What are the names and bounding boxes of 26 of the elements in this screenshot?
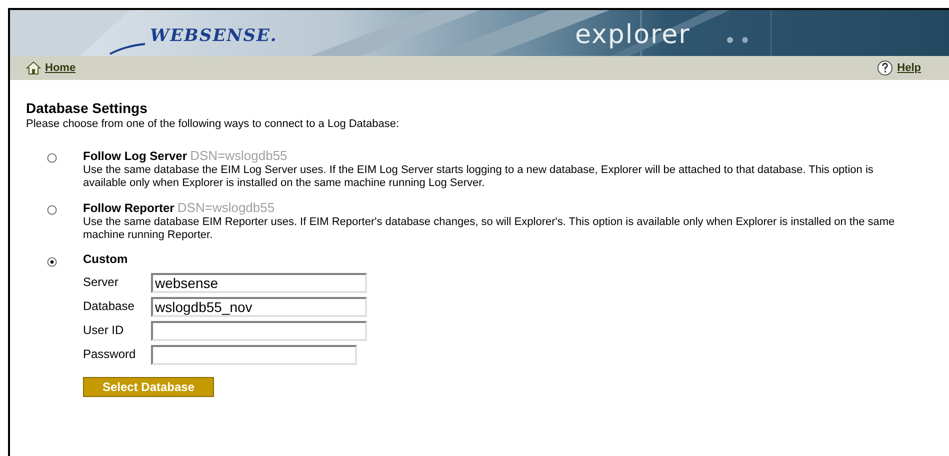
radio-button[interactable] [47, 204, 57, 214]
input-field[interactable]: websense [151, 272, 367, 292]
field-label: Server [83, 276, 120, 289]
field-label: Database [83, 300, 136, 313]
input-field[interactable] [151, 344, 357, 364]
logo-text: WEBSENSE. [150, 25, 278, 48]
home-icon[interactable] [26, 61, 41, 75]
help-link[interactable]: Help [897, 60, 921, 76]
dsn-text: DSN=wslogdb55 [177, 200, 275, 214]
home-link[interactable]: Home [45, 60, 76, 76]
product-title: explorer [575, 19, 690, 52]
option-label: Follow Reporter [83, 200, 174, 214]
option-label: Follow Log Server [83, 148, 188, 162]
option-description: Use the same database the EIM Log Server uses. If the EIM Log Server starts logging to a new database, Explorer will be attached to that database. This option is available only when Explorer is installed on the same machine running Log Server. [83, 164, 874, 190]
input-field[interactable] [151, 320, 367, 340]
page-heading: Database Settings [26, 100, 148, 116]
radio-button[interactable] [47, 256, 57, 266]
dsn-text: DSN=wslogdb55 [190, 148, 288, 162]
option-description: Use the same database EIM Reporter uses. If EIM Reporter's database changes, so will Explorer's. This option is available only when Explorer is installed on the same machine running Reporter. [83, 216, 896, 242]
help-icon[interactable] [877, 60, 894, 76]
intro-text: Please choose from one of the following ways to connect to a Log Database: [26, 117, 400, 132]
field-label: User ID [83, 324, 125, 337]
input-field[interactable]: wslogdb55_nov [151, 296, 367, 316]
radio-button[interactable] [47, 152, 57, 162]
field-label: Password [83, 348, 137, 361]
option-label: Custom [83, 252, 128, 266]
